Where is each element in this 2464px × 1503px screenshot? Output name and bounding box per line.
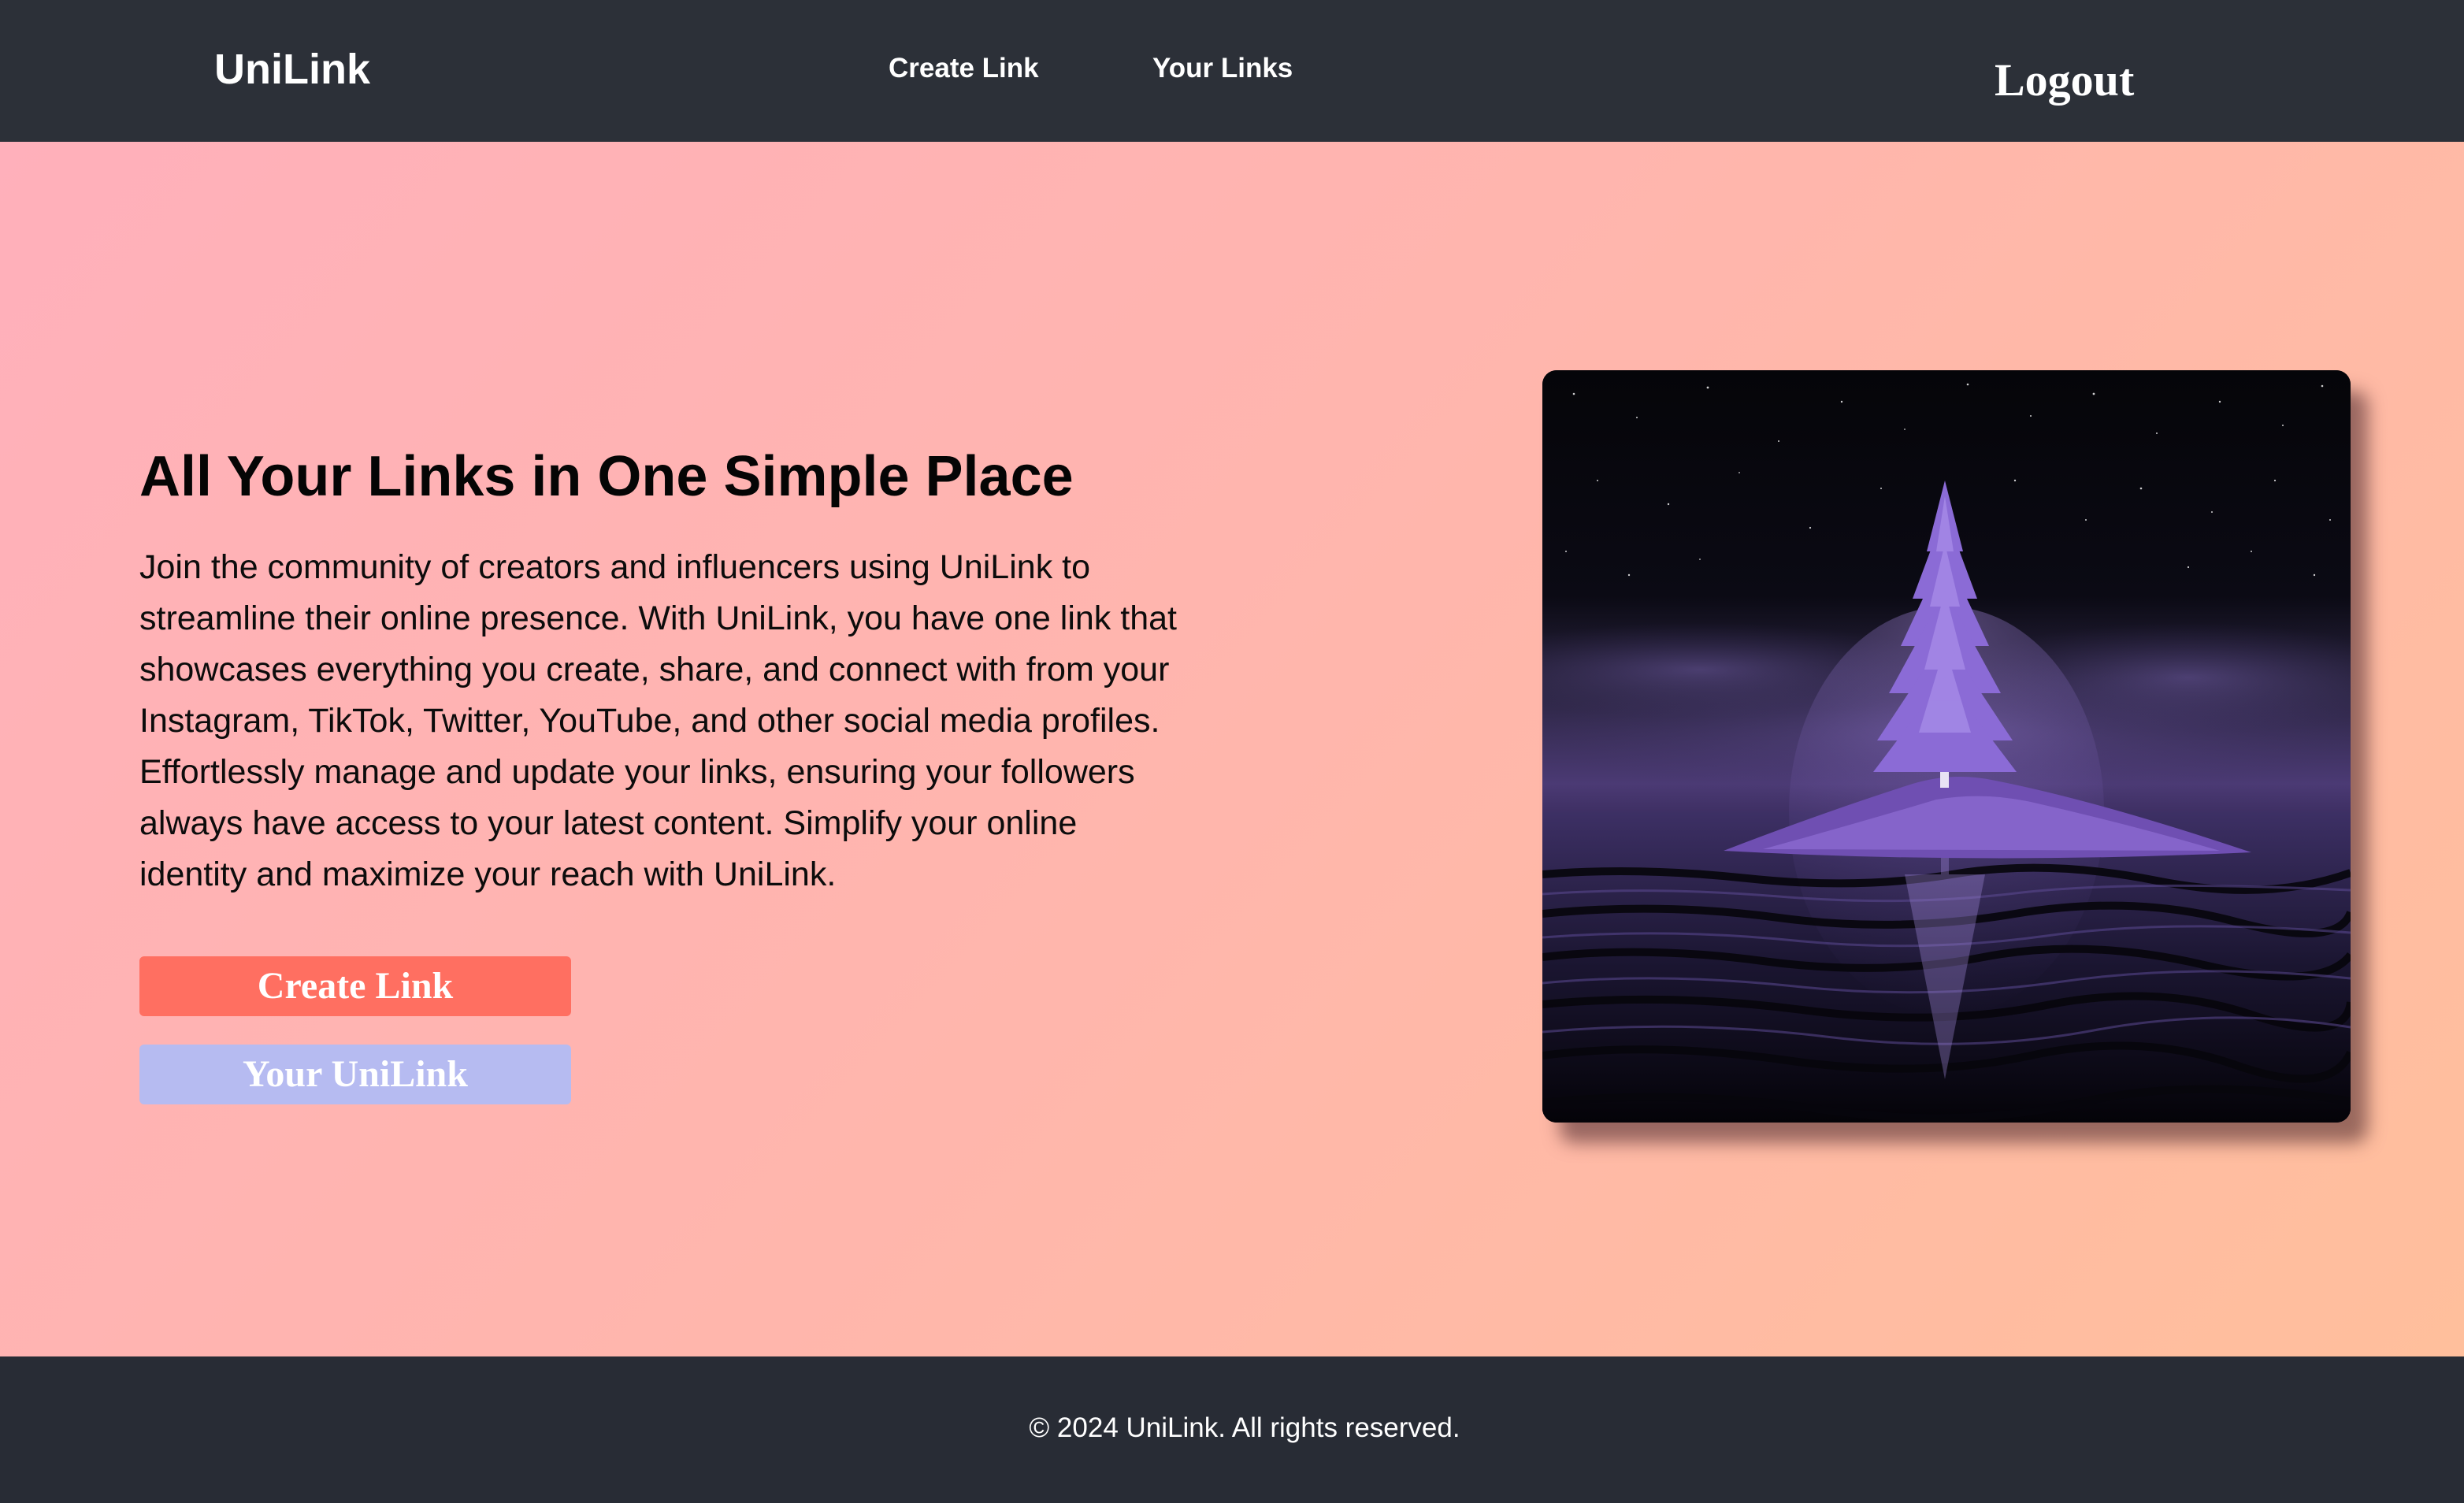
hero-description: Join the community of creators and influ… (139, 548, 1177, 893)
hero-section: All Your Links in One Simple Place Join … (0, 142, 2464, 1356)
your-unilink-button[interactable]: Your UniLink (139, 1045, 571, 1104)
tree-island-artwork (1542, 370, 2351, 1123)
nav-your-links[interactable]: Your Links (1152, 49, 1293, 88)
brand-logo[interactable]: UniLink (214, 39, 370, 99)
nav-create-link[interactable]: Create Link (889, 49, 1039, 88)
footer-copyright: © 2024 UniLink. All rights reserved. (1029, 1412, 1460, 1443)
logout-button[interactable]: Logout (1995, 50, 2134, 110)
hero-title: All Your Links in One Simple Place (139, 445, 1074, 508)
top-navbar: UniLink Create Link Your Links Logout (0, 0, 2464, 142)
page-footer: © 2024 UniLink. All rights reserved. (0, 1356, 2464, 1503)
hero-image (1542, 370, 2351, 1123)
create-link-button[interactable]: Create Link (139, 956, 571, 1016)
